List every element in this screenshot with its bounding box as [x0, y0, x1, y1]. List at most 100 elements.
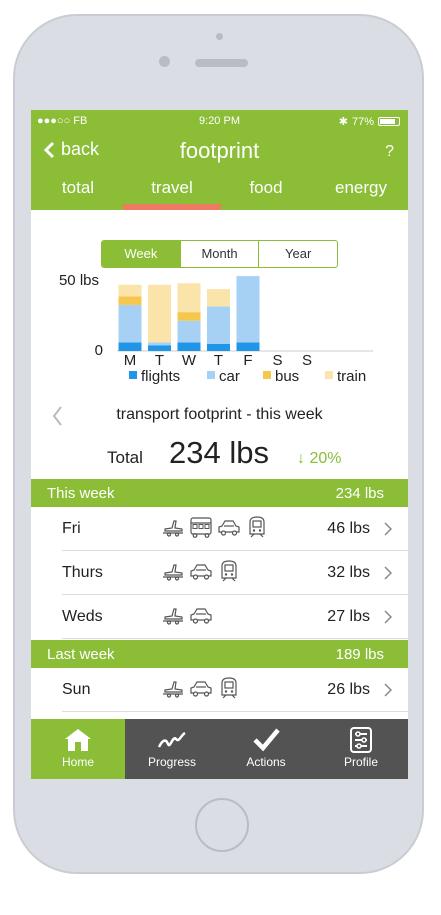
transport-icons	[161, 605, 213, 629]
total-change: ↓ 20%	[297, 450, 342, 467]
legend-swatch-car	[207, 371, 215, 379]
bar-segment-car	[177, 320, 201, 343]
tabbar-progress[interactable]: Progress	[125, 719, 219, 779]
chevron-right-icon	[384, 522, 392, 536]
car-icon	[189, 604, 213, 631]
bar-segment-train	[177, 283, 201, 313]
x-tick-label: W	[182, 352, 197, 369]
x-tick-label: T	[214, 352, 223, 369]
row-day: Sun	[62, 681, 91, 698]
segment-week[interactable]: Week	[102, 241, 180, 267]
section-label: This week	[47, 485, 115, 502]
weekly-bar-chart: 50 lbs0M T W T F S Sflights car bus train	[59, 272, 373, 385]
bar-segment-train	[118, 284, 142, 297]
day-row[interactable]: Thurs 32 lbs	[31, 551, 408, 595]
battery-icon	[378, 117, 400, 126]
nav-bar: back footprint ?	[31, 132, 408, 172]
transport-icons	[161, 515, 269, 543]
legend-label-train: train	[337, 368, 366, 385]
home-button[interactable]	[195, 798, 249, 852]
app-screen: ●●●○○ FB 9:20 PM ✱ 77% back footprint ? …	[31, 110, 408, 779]
tab-food[interactable]: food	[219, 178, 313, 198]
earpiece-speaker	[195, 59, 248, 67]
row-divider	[62, 638, 408, 639]
legend-swatch-flights	[129, 371, 137, 379]
x-tick-label: M	[124, 352, 137, 369]
total-label: Total	[107, 448, 143, 467]
tabbar-profile[interactable]: Profile	[314, 719, 408, 779]
plane-icon	[161, 560, 185, 587]
proximity-sensor	[216, 33, 223, 40]
row-amount: 27 lbs	[327, 608, 370, 625]
section-total: 189 lbs	[335, 646, 384, 663]
row-day: Weds	[62, 608, 103, 625]
tabbar-home[interactable]: Home	[31, 719, 125, 779]
section-label: Last week	[47, 646, 115, 663]
page-title: footprint	[179, 138, 260, 163]
train-icon	[245, 515, 269, 543]
train-icon	[217, 559, 241, 587]
y-tick-label: 0	[95, 342, 103, 359]
bar-segment-train	[148, 284, 171, 343]
legend-label-flights: flights	[141, 368, 180, 385]
progress-icon	[157, 731, 186, 748]
battery-percent: 77%	[351, 115, 374, 128]
bar-segment-car	[148, 342, 171, 346]
chart-subtitle: transport footprint - this week	[116, 406, 323, 423]
total-value: 234 lbs	[169, 435, 269, 470]
y-tick-label: 50 lbs	[59, 272, 99, 289]
tabbar-label: Home	[61, 755, 94, 769]
checkmark-icon	[253, 728, 280, 752]
tabbar-label: Actions	[246, 755, 286, 769]
tabbar-label: Profile	[343, 755, 378, 769]
bottom-tab-bar: Home Progress Actions Profile	[31, 719, 408, 779]
x-tick-label: S	[302, 352, 312, 369]
help-button[interactable]: ?	[385, 143, 394, 161]
tabbar-actions[interactable]: Actions	[219, 719, 313, 779]
chevron-right-icon	[384, 683, 392, 697]
bar-segment-flights	[207, 343, 230, 351]
status-bar: ●●●○○ FB 9:20 PM ✱ 77%	[31, 110, 408, 132]
train-icon	[217, 676, 241, 704]
tab-total[interactable]: total	[31, 178, 125, 198]
active-tab-indicator	[123, 204, 221, 210]
legend-swatch-bus	[263, 371, 271, 379]
row-day: Fri	[62, 520, 81, 537]
day-row[interactable]: Fri 46 lbs	[31, 507, 408, 551]
section-this-week: This week 234 lbs	[31, 479, 408, 507]
bar-segment-car	[236, 276, 260, 343]
bus-icon	[189, 516, 213, 543]
legend-label-bus: bus	[275, 368, 299, 385]
tab-travel[interactable]: travel	[125, 178, 219, 198]
bar-segment-flights	[148, 345, 171, 351]
transport-icons	[161, 559, 241, 587]
period-segmented-control: Week Month Year	[101, 240, 338, 268]
section-total: 234 lbs	[335, 485, 384, 502]
row-amount: 26 lbs	[327, 681, 370, 698]
row-amount: 46 lbs	[327, 520, 370, 537]
day-row[interactable]: Weds 27 lbs	[31, 595, 408, 639]
tabbar-label: Progress	[147, 755, 197, 769]
bar-segment-bus	[177, 312, 201, 321]
legend-label-car: car	[219, 368, 240, 385]
front-camera	[159, 56, 170, 67]
tab-energy[interactable]: energy	[314, 178, 408, 198]
x-tick-label: F	[243, 352, 252, 369]
transport-icons	[161, 676, 241, 704]
status-right: ✱ 77%	[339, 115, 400, 128]
chevron-right-icon	[384, 566, 392, 580]
bar-segment-car	[118, 304, 142, 343]
bar-segment-car	[207, 306, 230, 344]
section-last-week: Last week 189 lbs	[31, 640, 408, 668]
plane-icon	[161, 677, 185, 704]
segment-year[interactable]: Year	[258, 241, 337, 267]
row-amount: 32 lbs	[327, 564, 370, 581]
segment-month[interactable]: Month	[179, 241, 259, 267]
day-row[interactable]: Sun 26 lbs	[31, 668, 408, 712]
car-icon	[189, 560, 213, 587]
bar-segment-flights	[177, 342, 201, 351]
profile-icon	[350, 727, 372, 753]
x-tick-label: T	[155, 352, 164, 369]
bar-segment-train	[207, 289, 230, 307]
chevron-right-icon	[384, 610, 392, 624]
